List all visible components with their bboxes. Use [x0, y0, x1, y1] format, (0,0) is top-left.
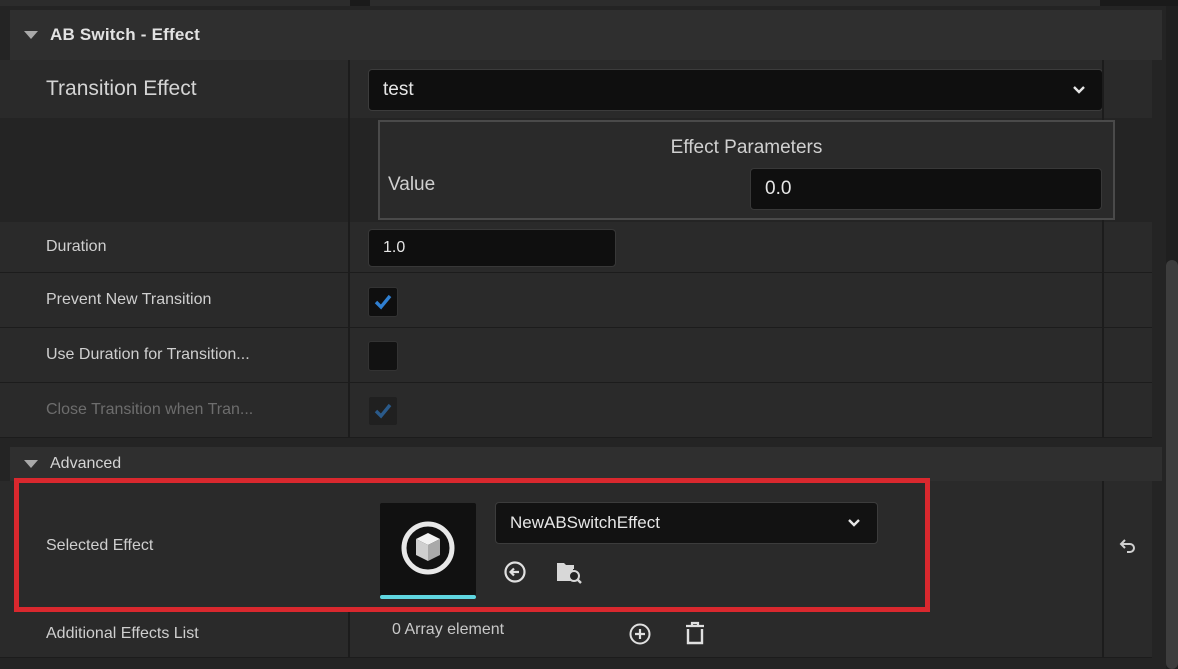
row-use-duration: Use Duration for Transition...: [0, 328, 1152, 383]
trash-icon[interactable]: [682, 620, 708, 646]
advanced-title: Advanced: [50, 455, 122, 472]
row-prevent-new-transition: Prevent New Transition: [0, 273, 1152, 328]
array-count: 0 Array element: [392, 621, 505, 638]
top-strip: [0, 0, 1178, 6]
effect-value-label: Value: [388, 174, 436, 195]
use-duration-label: Use Duration for Transition...: [46, 346, 250, 363]
details-panel: AB Switch - Effect Transition Effect tes…: [0, 0, 1178, 669]
checkmark-icon: [374, 403, 392, 419]
effect-value-input[interactable]: 0.0: [750, 168, 1102, 210]
category-header-advanced[interactable]: Advanced: [10, 447, 1162, 481]
duration-input[interactable]: 1.0: [368, 229, 616, 267]
row-additional-effects: Additional Effects List: [0, 611, 1152, 658]
additional-effects-label: Additional Effects List: [46, 625, 199, 642]
checkmark-icon: [374, 294, 392, 310]
effect-parameters-title: Effect Parameters: [670, 137, 823, 158]
prevent-new-transition-label: Prevent New Transition: [46, 291, 212, 308]
category-title: AB Switch - Effect: [50, 25, 201, 44]
reset-to-default-icon[interactable]: [1119, 538, 1137, 554]
chevron-down-icon: [1073, 86, 1085, 94]
row-transition-effect: Transition Effect test: [0, 60, 1152, 119]
reset-column: [1102, 481, 1152, 611]
use-duration-checkbox[interactable]: [368, 341, 398, 371]
prevent-new-transition-checkbox[interactable]: [368, 287, 398, 317]
expand-arrow-icon: [24, 31, 38, 39]
effect-parameters-box: Effect Parameters Value 0.0: [378, 120, 1115, 220]
add-element-icon[interactable]: [628, 622, 652, 646]
row-close-transition: Close Transition when Tran...: [0, 383, 1152, 438]
transition-effect-dropdown[interactable]: test: [368, 69, 1103, 111]
expand-arrow-icon: [24, 460, 38, 468]
category-header-ab-switch-effect[interactable]: AB Switch - Effect: [10, 10, 1162, 60]
transition-effect-value: test: [383, 79, 414, 100]
highlight-box: [14, 478, 930, 612]
row-duration: Duration 1.0: [0, 222, 1152, 273]
scrollbar-thumb[interactable]: [1166, 260, 1178, 669]
close-transition-checkbox[interactable]: [368, 396, 398, 426]
duration-label: Duration: [46, 238, 107, 255]
transition-effect-label: Transition Effect: [46, 77, 197, 100]
close-transition-label: Close Transition when Tran...: [46, 401, 254, 418]
